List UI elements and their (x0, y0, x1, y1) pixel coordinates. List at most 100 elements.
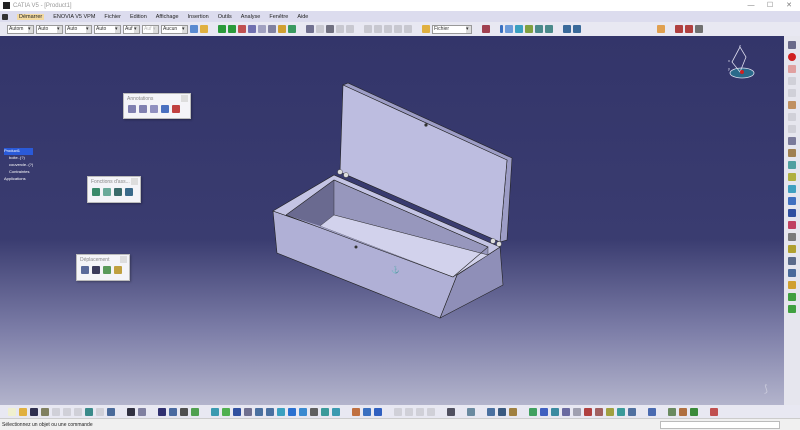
tool-c-icon[interactable] (551, 407, 559, 416)
update-icon[interactable] (788, 137, 796, 145)
properties-icon[interactable] (200, 25, 208, 33)
normal-view-icon[interactable] (277, 407, 285, 416)
point-icon[interactable] (500, 25, 503, 33)
style-select-3[interactable]: Auto (65, 24, 92, 34)
painter-icon[interactable] (190, 25, 198, 33)
zoom-out-view-icon[interactable] (266, 407, 274, 416)
split-icon[interactable] (268, 25, 276, 33)
angle-icon[interactable] (788, 185, 796, 193)
assembly-icon[interactable] (482, 25, 490, 33)
tool-g-icon[interactable] (595, 407, 603, 416)
hole-icon[interactable] (92, 188, 100, 196)
tree-item-applications[interactable]: Applications (4, 176, 33, 183)
minimize-button[interactable]: — (743, 1, 759, 10)
pan-icon[interactable] (218, 25, 226, 33)
tree-item-boite[interactable]: boite..(?) (4, 155, 33, 162)
view-icon[interactable] (563, 25, 571, 33)
pan-view-icon[interactable] (222, 407, 230, 416)
sketch-icon[interactable] (238, 25, 246, 33)
snap-icon[interactable] (675, 25, 683, 33)
product-icon[interactable] (788, 65, 796, 73)
fix-icon[interactable] (788, 197, 796, 205)
rotate-icon[interactable] (228, 25, 236, 33)
flexible-icon[interactable] (788, 233, 796, 241)
style-select-4[interactable]: Auto (94, 24, 121, 34)
multi-instantiation-icon[interactable] (788, 269, 796, 277)
catalog-icon[interactable] (306, 25, 314, 33)
command-input[interactable] (660, 421, 780, 429)
weld-icon[interactable] (150, 105, 158, 113)
menu-affichage[interactable]: Affichage (156, 14, 179, 20)
tool-e-icon[interactable] (573, 407, 581, 416)
contact-icon[interactable] (788, 161, 796, 169)
menu-aide[interactable]: Aide (297, 14, 308, 20)
tool-k-icon[interactable] (648, 407, 656, 416)
line-icon[interactable] (248, 25, 256, 33)
maximize-button[interactable]: ☐ (762, 1, 778, 10)
menu-insertion[interactable]: Insertion (188, 14, 209, 20)
zoom-in-view-icon[interactable] (255, 407, 263, 416)
3d-viewport[interactable]: ⚓ Product1 boite..(?) couvercle..(?) Con… (0, 36, 784, 405)
iso-view-icon[interactable] (299, 407, 307, 416)
new-part-icon[interactable] (788, 305, 796, 313)
style-select-2[interactable]: Auto (36, 24, 63, 34)
manipulate-icon[interactable] (81, 266, 89, 274)
analysis-icon[interactable] (326, 25, 334, 33)
multi-view-icon[interactable] (288, 407, 296, 416)
hide-show-icon[interactable] (158, 407, 166, 416)
fit-all-icon[interactable] (211, 407, 219, 416)
comment-icon[interactable] (138, 407, 146, 416)
tool-b-icon[interactable] (540, 407, 548, 416)
tree-item-couvercle[interactable]: couvercle..(?) (4, 162, 33, 169)
stop-icon[interactable] (788, 53, 796, 61)
fichier-select[interactable]: Fichier (432, 24, 472, 34)
publish-icon[interactable] (374, 407, 382, 416)
constraint-icon[interactable] (695, 25, 703, 33)
bill-material-icon[interactable] (487, 407, 495, 416)
menu-fenetre[interactable]: Fenêtre (269, 14, 288, 20)
tree-icon[interactable] (169, 407, 177, 416)
hand-icon[interactable] (657, 25, 665, 33)
tree-item-contraintes[interactable]: Contraintes (4, 169, 33, 176)
capture-icon[interactable] (172, 105, 180, 113)
zoom-out-icon[interactable] (545, 25, 553, 33)
tool-d-icon[interactable] (562, 407, 570, 416)
undo-icon[interactable] (85, 407, 93, 416)
save-icon[interactable] (30, 407, 38, 416)
text-annotation-icon[interactable] (128, 105, 136, 113)
menu-demarrer[interactable]: Démarrer (17, 13, 45, 20)
generate-icon[interactable] (467, 407, 475, 416)
tool-i-icon[interactable] (617, 407, 625, 416)
measure-between-icon[interactable] (447, 407, 455, 416)
style-select-5[interactable]: Auf (123, 24, 140, 34)
clash-icon[interactable] (288, 25, 296, 33)
new-component-icon[interactable] (788, 281, 796, 289)
constraint-tool-icon[interactable] (788, 101, 796, 109)
open-icon[interactable] (19, 407, 27, 416)
style-select-1[interactable]: Autom (7, 24, 34, 34)
quick-constraint-icon[interactable] (788, 221, 796, 229)
panel-close-button[interactable] (131, 178, 138, 185)
rotate-view-icon[interactable] (244, 407, 252, 416)
tool-m-icon[interactable] (679, 407, 687, 416)
split-assembly-icon[interactable] (114, 188, 122, 196)
tool-h-icon[interactable] (606, 407, 614, 416)
swap-space-icon[interactable] (332, 407, 340, 416)
menu-analyse[interactable]: Analyse (241, 14, 261, 20)
tool-n-icon[interactable] (690, 407, 698, 416)
tree-item-product[interactable]: Product1 (4, 148, 34, 155)
chain-icon[interactable] (788, 41, 796, 49)
catalog-browser-icon[interactable] (352, 407, 360, 416)
offset-icon[interactable] (788, 173, 796, 181)
hide-icon[interactable] (321, 407, 329, 416)
stop-manipulate-icon[interactable] (114, 266, 122, 274)
reuse-pattern-icon[interactable] (788, 257, 796, 265)
curve-icon[interactable] (258, 25, 266, 33)
box-model[interactable]: ⚓ (0, 36, 784, 405)
new-product-icon[interactable] (788, 293, 796, 301)
tool-l-icon[interactable] (668, 407, 676, 416)
folder-icon[interactable] (422, 25, 430, 33)
compass-icon[interactable]: x y z (722, 42, 762, 82)
scene-icon[interactable] (498, 407, 506, 416)
new-icon[interactable] (8, 407, 16, 416)
